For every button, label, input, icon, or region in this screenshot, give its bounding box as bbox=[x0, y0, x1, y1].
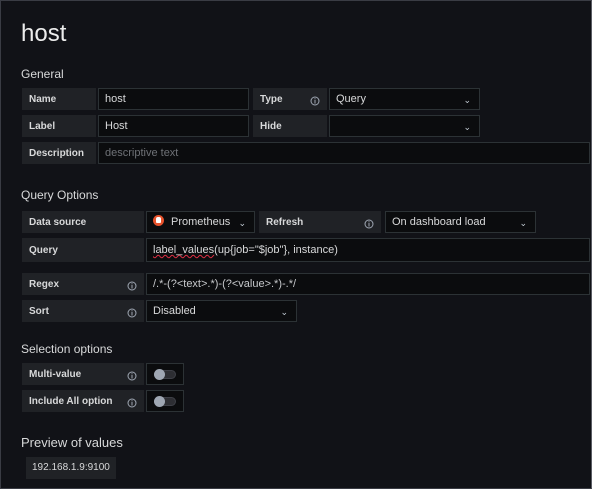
name-label: Name bbox=[22, 88, 96, 110]
description-label: Description bbox=[22, 142, 96, 164]
include-all-info-icon[interactable] bbox=[127, 391, 137, 413]
refresh-select[interactable]: On dashboard load ⌄ bbox=[385, 211, 536, 233]
type-select[interactable]: Query ⌄ bbox=[329, 88, 480, 110]
general-heading: General bbox=[21, 67, 64, 81]
name-input[interactable]: host bbox=[98, 88, 249, 110]
type-info-icon[interactable] bbox=[310, 89, 320, 111]
datasource-label: Data source bbox=[22, 211, 144, 233]
toggle-track bbox=[154, 369, 176, 380]
regex-info-icon[interactable] bbox=[127, 274, 137, 296]
multi-value-label: Multi-value bbox=[22, 363, 144, 385]
hide-label: Hide bbox=[253, 115, 327, 137]
include-all-label: Include All option bbox=[22, 390, 144, 412]
refresh-label: Refresh bbox=[259, 211, 381, 233]
chevron-down-icon: ⌄ bbox=[519, 218, 527, 228]
multi-value-info-icon[interactable] bbox=[127, 364, 137, 386]
label-label: Label bbox=[22, 115, 96, 137]
sort-select[interactable]: Disabled ⌄ bbox=[146, 300, 297, 322]
sort-info-icon[interactable] bbox=[127, 301, 137, 323]
sort-label: Sort bbox=[22, 300, 144, 322]
include-all-toggle[interactable] bbox=[146, 390, 184, 412]
toggle-track bbox=[154, 396, 176, 407]
prometheus-icon bbox=[153, 215, 164, 226]
sort-label-text: Sort bbox=[29, 306, 49, 317]
type-label: Type bbox=[253, 88, 327, 110]
query-input[interactable]: label_values(up{job="$job"}, instance) bbox=[146, 238, 590, 262]
preview-value-chip: 192.168.1.9:9100 bbox=[26, 457, 116, 479]
chevron-down-icon: ⌄ bbox=[463, 122, 471, 132]
query-label: Query bbox=[22, 238, 144, 262]
chevron-down-icon: ⌄ bbox=[238, 218, 246, 228]
preview-heading: Preview of values bbox=[21, 435, 123, 450]
refresh-value: On dashboard load bbox=[392, 216, 486, 228]
sort-value: Disabled bbox=[153, 305, 196, 317]
description-input[interactable]: descriptive text bbox=[98, 142, 590, 164]
toggle-knob bbox=[154, 396, 165, 407]
query-args: (up{job="$job"}, instance) bbox=[214, 244, 338, 256]
label-input[interactable]: Host bbox=[98, 115, 249, 137]
hide-select[interactable]: ⌄ bbox=[329, 115, 480, 137]
multi-value-label-text: Multi-value bbox=[29, 369, 82, 380]
datasource-value: Prometheus bbox=[171, 216, 231, 228]
refresh-info-icon[interactable] bbox=[364, 212, 374, 234]
regex-label-text: Regex bbox=[29, 279, 60, 290]
chevron-down-icon: ⌄ bbox=[463, 95, 471, 105]
regex-input[interactable]: /.*-(?<text>.*)-(?<value>.*)-.*/ bbox=[146, 273, 590, 295]
datasource-select[interactable]: Prometheus ⌄ bbox=[146, 211, 255, 233]
type-label-text: Type bbox=[260, 94, 283, 105]
multi-value-toggle[interactable] bbox=[146, 363, 184, 385]
include-all-label-text: Include All option bbox=[29, 396, 113, 407]
refresh-label-text: Refresh bbox=[266, 217, 304, 228]
toggle-knob bbox=[154, 369, 165, 380]
regex-label: Regex bbox=[22, 273, 144, 295]
query-function: label_values bbox=[153, 244, 215, 256]
chevron-down-icon: ⌄ bbox=[280, 307, 288, 317]
type-select-value: Query bbox=[336, 93, 366, 105]
page-title: host bbox=[21, 20, 67, 47]
query-options-heading: Query Options bbox=[21, 188, 99, 202]
selection-heading: Selection options bbox=[21, 342, 113, 356]
